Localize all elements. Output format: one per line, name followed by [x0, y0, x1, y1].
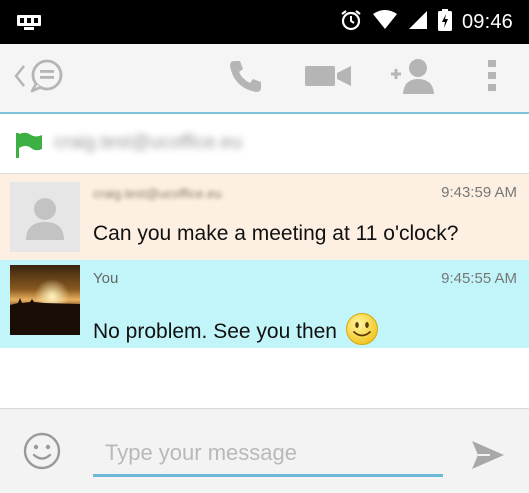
avatar: [10, 265, 80, 335]
message-time: 9:45:55 AM: [441, 270, 517, 287]
notification-icon: [16, 13, 42, 31]
status-bar: 09:46: [0, 0, 529, 44]
message-sender: You: [93, 270, 119, 287]
chat-bubble-icon: [27, 58, 65, 99]
alarm-icon: [340, 9, 362, 36]
add-participant-button[interactable]: [386, 58, 436, 98]
wifi-icon: [372, 9, 398, 35]
video-camera-icon: [304, 63, 352, 94]
emoji-picker-button[interactable]: [22, 431, 62, 476]
message-body: Can you make a meeting at 11 o'clock?: [93, 222, 459, 245]
back-chevron-icon: [13, 63, 27, 94]
message-time: 9:43:59 AM: [441, 184, 517, 201]
smiley-icon: [23, 432, 61, 470]
overflow-menu-icon: [487, 59, 497, 98]
action-bar: [0, 44, 529, 114]
signal-icon: [408, 10, 428, 35]
battery-icon: [437, 8, 452, 36]
send-button[interactable]: [470, 439, 506, 476]
message-text: Can you make a meeting at 11 o'clock?: [93, 222, 459, 246]
phone-call-button[interactable]: [226, 58, 266, 98]
add-person-icon: [387, 57, 435, 100]
back-button[interactable]: [8, 58, 70, 98]
message-input[interactable]: [93, 431, 443, 477]
sunset-photo-avatar: [10, 265, 80, 335]
message-sender: craig.test@ucoffice.eu: [93, 186, 222, 201]
composer-bar: [0, 408, 529, 493]
phone-icon: [228, 58, 264, 99]
smiley-emoji-icon: [345, 312, 379, 352]
message-outgoing[interactable]: You 9:45:55 AM No problem. See you then: [0, 260, 529, 348]
message-text: No problem. See you then: [93, 312, 379, 352]
status-time: 09:46: [461, 10, 513, 33]
message-incoming[interactable]: craig.test@ucoffice.eu 9:43:59 AM Can yo…: [0, 174, 529, 260]
contact-name: craig.test@ucoffice.eu: [54, 132, 242, 153]
person-placeholder-icon: [10, 182, 80, 252]
overflow-menu-button[interactable]: [480, 58, 504, 98]
send-icon: [472, 441, 504, 469]
video-call-button[interactable]: [303, 58, 353, 98]
conversation-contact[interactable]: craig.test@ucoffice.eu: [0, 116, 529, 174]
flag-icon: [14, 132, 44, 163]
avatar: [10, 182, 80, 252]
message-body: No problem. See you then: [93, 320, 337, 343]
